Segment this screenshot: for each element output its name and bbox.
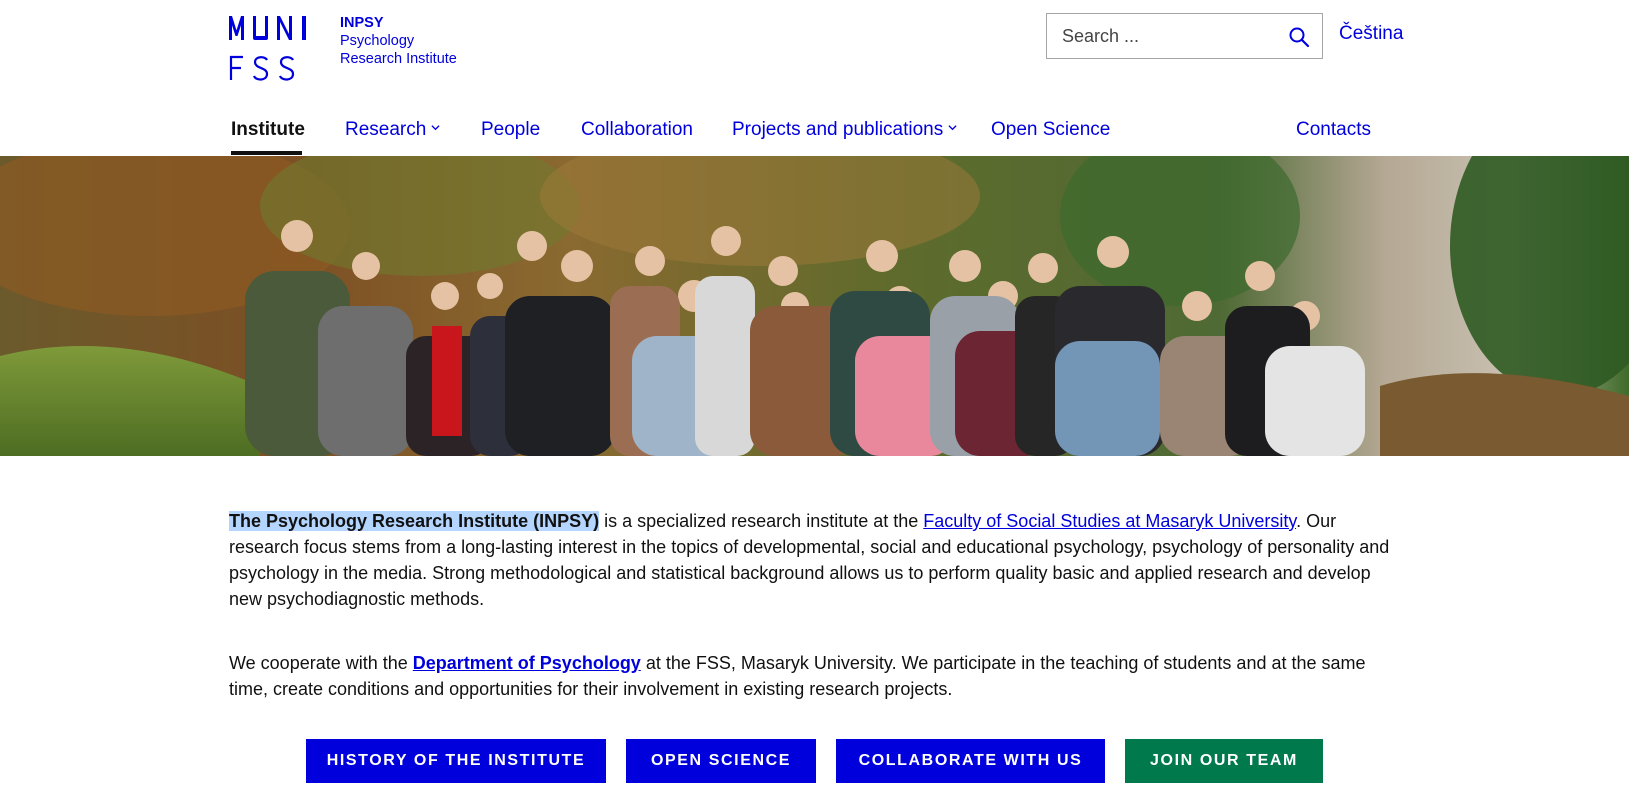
nav-item-contacts[interactable]: Contacts (1296, 119, 1371, 141)
join-our-team-button[interactable]: JOIN OUR TEAM (1125, 739, 1323, 783)
nav-item-label: Projects and publications (732, 119, 944, 140)
nav-item-collaboration[interactable]: Collaboration (581, 119, 693, 141)
nav-item-open-science[interactable]: Open Science (991, 119, 1110, 141)
main-content: The Psychology Research Institute (INPSY… (229, 508, 1404, 740)
active-nav-indicator (231, 151, 302, 155)
faculty-link[interactable]: Faculty of Social Studies at Masaryk Uni… (923, 511, 1296, 531)
cooperation-paragraph: We cooperate with the Department of Psyc… (229, 650, 1404, 702)
institute-highlight: The Psychology Research Institute (INPSY… (229, 511, 600, 531)
site-logo[interactable]: INPSY Psychology Research Institute (229, 14, 457, 84)
institute-name: INPSY Psychology Research Institute (340, 14, 457, 84)
intro-paragraph: The Psychology Research Institute (INPSY… (229, 508, 1404, 612)
institute-name-line1: Psychology (340, 33, 415, 49)
nav-item-label: People (481, 119, 541, 140)
history-of-institute-button[interactable]: HISTORY OF THE INSTITUTE (306, 739, 606, 783)
nav-item-label: Collaboration (581, 119, 693, 140)
call-to-action-buttons: HISTORY OF THE INSTITUTE OPEN SCIENCE CO… (306, 739, 1326, 783)
search-input[interactable] (1062, 25, 1282, 47)
collaborate-with-us-button[interactable]: COLLABORATE WITH US (836, 739, 1105, 783)
nav-item-people[interactable]: People (481, 119, 540, 141)
nav-item-label: Open Science (991, 119, 1111, 140)
institute-name-line2: Research Institute (340, 51, 457, 67)
cooperation-text-1: We cooperate with the (229, 653, 413, 673)
chevron-down-icon (948, 125, 957, 131)
institute-abbr: INPSY (340, 15, 384, 31)
department-link[interactable]: Department of Psychology (413, 653, 641, 673)
language-switch-link[interactable]: Čeština (1339, 23, 1403, 45)
chevron-down-icon (431, 125, 440, 131)
intro-text-1: is a specialized research institute at t… (599, 511, 924, 531)
nav-item-label: Research (345, 119, 427, 140)
muni-fss-logo-icon (229, 16, 306, 81)
team-photo-image (0, 156, 1629, 456)
search-icon[interactable] (1288, 26, 1310, 48)
nav-item-institute[interactable]: Institute (231, 119, 305, 141)
hero-team-photo (0, 156, 1629, 456)
nav-item-label: Contacts (1296, 119, 1371, 140)
main-navigation: Institute Research People Collaboration … (231, 112, 1401, 156)
site-header: INPSY Psychology Research Institute Češt… (0, 0, 1629, 156)
nav-item-label: Institute (231, 119, 305, 140)
nav-item-projects-and-publications[interactable]: Projects and publications (732, 119, 957, 141)
search-box (1046, 13, 1323, 59)
open-science-button[interactable]: OPEN SCIENCE (626, 739, 816, 783)
nav-item-research[interactable]: Research (345, 119, 440, 141)
